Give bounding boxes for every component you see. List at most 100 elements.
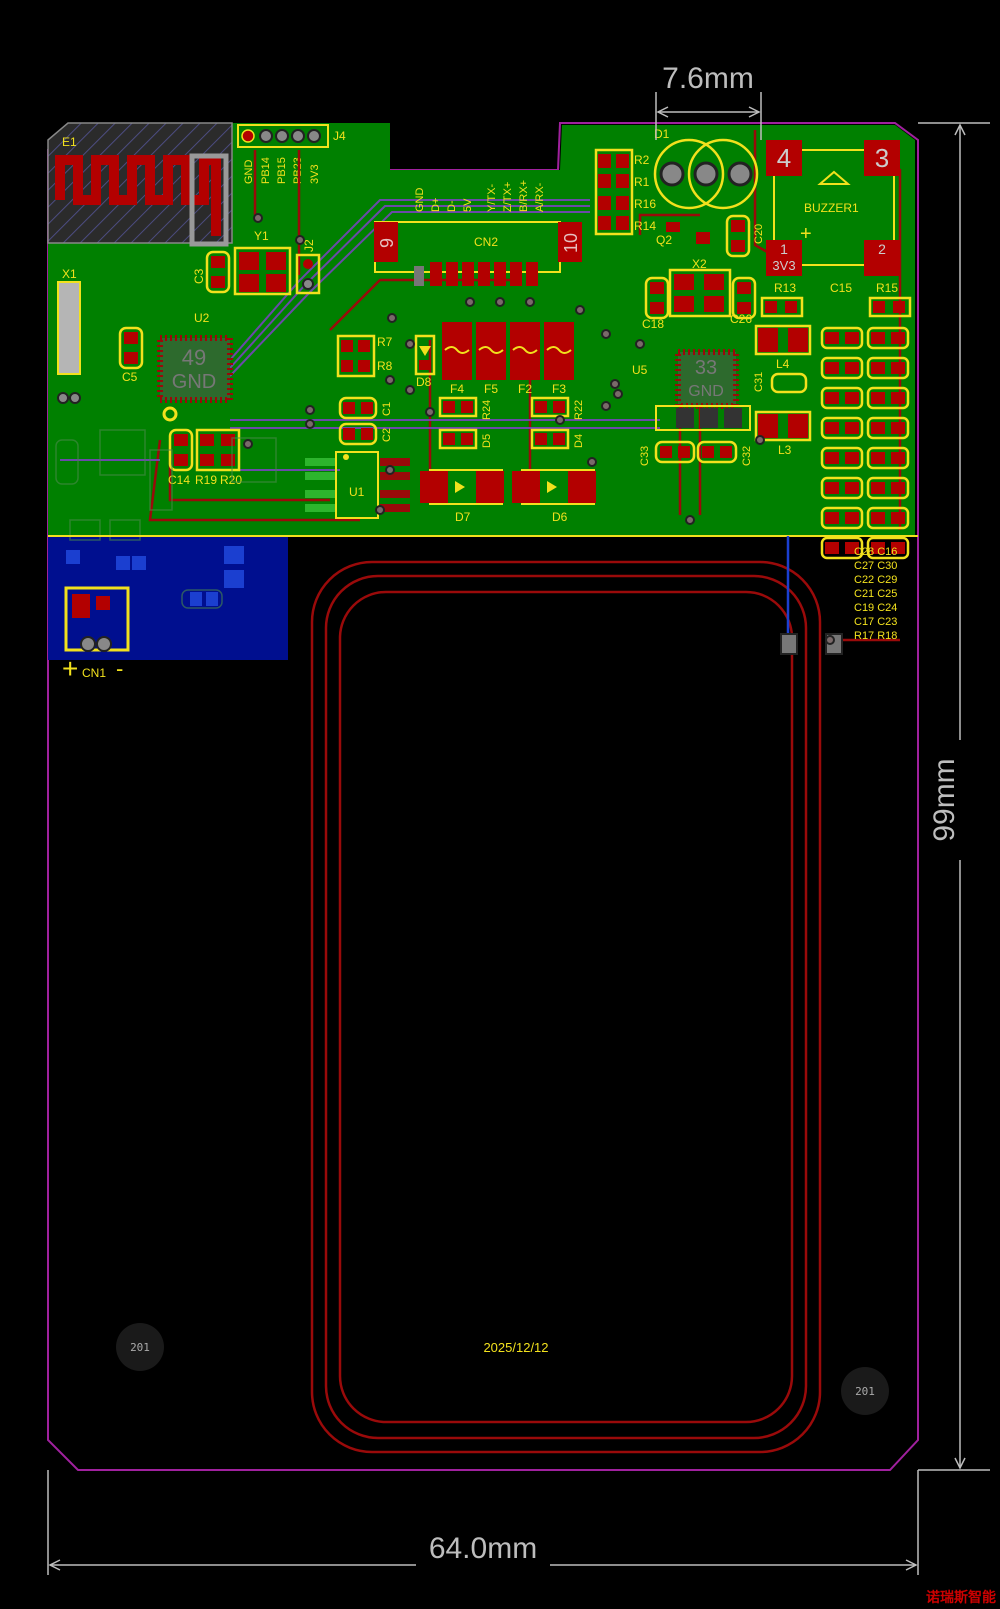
cap-pad [891, 482, 905, 494]
d8-label: D8 [416, 375, 432, 389]
j4-pin-pb15: PB15 [276, 157, 288, 184]
cap-pad [891, 512, 905, 524]
via [243, 439, 253, 449]
r13-label: R13 [774, 281, 796, 295]
cn1-minus: - [116, 656, 123, 681]
x1-label: X1 [62, 267, 77, 281]
cap-pad [845, 482, 859, 494]
cap-pad [825, 542, 839, 554]
cn1-label: CN1 [82, 666, 106, 680]
buzzer-pin-1: 1 [780, 241, 788, 257]
cn2-pin-arx: A/RX- [534, 182, 546, 212]
r24-label: R24 [481, 400, 493, 420]
f4-label: F4 [450, 382, 464, 396]
cn2-pin-dm: D- [446, 200, 458, 212]
cap-pad [825, 332, 839, 344]
cap-list-entry: C19 C24 [854, 602, 897, 614]
c31-label: C31 [753, 372, 765, 392]
cap-pad [845, 362, 859, 374]
via [685, 515, 695, 525]
dimension-bottom-label: 64.0mm [429, 1532, 537, 1565]
cap-pad [871, 452, 885, 464]
via [635, 339, 645, 349]
cn2-pin-dp: D+ [430, 198, 442, 212]
nfc-coil [310, 536, 822, 1454]
cap-pad [871, 482, 885, 494]
f2-label: F2 [518, 382, 532, 396]
j4-pin-3v3: 3V3 [309, 164, 321, 184]
via [601, 329, 611, 339]
e1-label: E1 [62, 135, 77, 149]
cap-pad [891, 332, 905, 344]
d6-label: D6 [552, 510, 568, 524]
cap-pad [845, 422, 859, 434]
f5-label: F5 [484, 382, 498, 396]
j4-pin-pb14: PB14 [260, 157, 272, 184]
u5-center-pad: 33 [695, 357, 717, 379]
cap-pad [845, 392, 859, 404]
via [610, 379, 620, 389]
via [601, 401, 611, 411]
cap-pad [825, 482, 839, 494]
d5-label: D5 [481, 434, 493, 448]
d4-label: D4 [573, 434, 585, 448]
r2-label: R2 [634, 153, 650, 167]
c20-label: C20 [753, 224, 765, 244]
cap-pad [825, 362, 839, 374]
cap-pad [825, 422, 839, 434]
c15-label: C15 [830, 281, 852, 295]
c14-r19-r20: C14 R19 R20 [168, 428, 242, 487]
badge-right: 201 [855, 1385, 875, 1398]
via [305, 419, 315, 429]
via [253, 213, 263, 223]
cap-pad [891, 362, 905, 374]
cap-list: C28 C16 C27 C30 C22 C29 C21 C25 C19 C24 C17 C… [854, 546, 897, 642]
cap-list-entry: R17 R18 [854, 630, 897, 642]
buzzer-pin-2: 2 [878, 241, 886, 257]
x2-label: X2 [692, 257, 707, 271]
r15-label: R15 [876, 281, 898, 295]
cap-pad [891, 452, 905, 464]
cap-pad [825, 512, 839, 524]
r14-label: R14 [634, 219, 656, 233]
via [555, 415, 565, 425]
buzzer-label: BUZZER1 [804, 201, 859, 215]
cap-pad [845, 332, 859, 344]
via [825, 635, 835, 645]
cap-pad [825, 452, 839, 464]
via [755, 435, 765, 445]
cap-pad [845, 452, 859, 464]
via [385, 465, 395, 475]
mounting-hole-right: 201 [841, 1367, 889, 1415]
cap-pad [891, 422, 905, 434]
r16-label: R16 [634, 197, 656, 211]
u2-label: U2 [194, 311, 210, 325]
r22-label: R22 [573, 400, 585, 420]
buzzer-pin-3: 3 [875, 143, 889, 173]
cn1-plus: + [62, 653, 78, 684]
c18-label: C18 [642, 317, 664, 331]
via [587, 457, 597, 467]
c26-label: C26 [730, 312, 752, 326]
buzzer-pin-4: 4 [777, 143, 791, 173]
r20-label: R20 [220, 473, 242, 487]
d7-label: D7 [455, 510, 471, 524]
cap-list-entry: C27 C30 [854, 560, 897, 572]
u5-net: GND [688, 383, 724, 400]
via [295, 235, 305, 245]
cap-pad [871, 422, 885, 434]
via [305, 405, 315, 415]
buzzer-net: 3V3 [772, 258, 795, 273]
cap-pad [871, 512, 885, 524]
l4-label: L4 [776, 357, 790, 371]
pcb-layout-canvas: E1 J4 GND PB14 PB15 PB23 3V3 X1 C3 Y1 J2… [47, 62, 990, 1575]
cn2-pin-ytx: Y/TX- [486, 184, 498, 212]
cn2-pin-ztx: Z/TX+ [502, 182, 514, 212]
via [575, 305, 585, 315]
cap-pad [871, 362, 885, 374]
cap-pad [891, 392, 905, 404]
j4-label: J4 [333, 129, 346, 143]
c1-label: C1 [381, 402, 393, 416]
buzzer-plus: + [800, 223, 812, 245]
cn2-pin-right: 10 [561, 233, 581, 253]
